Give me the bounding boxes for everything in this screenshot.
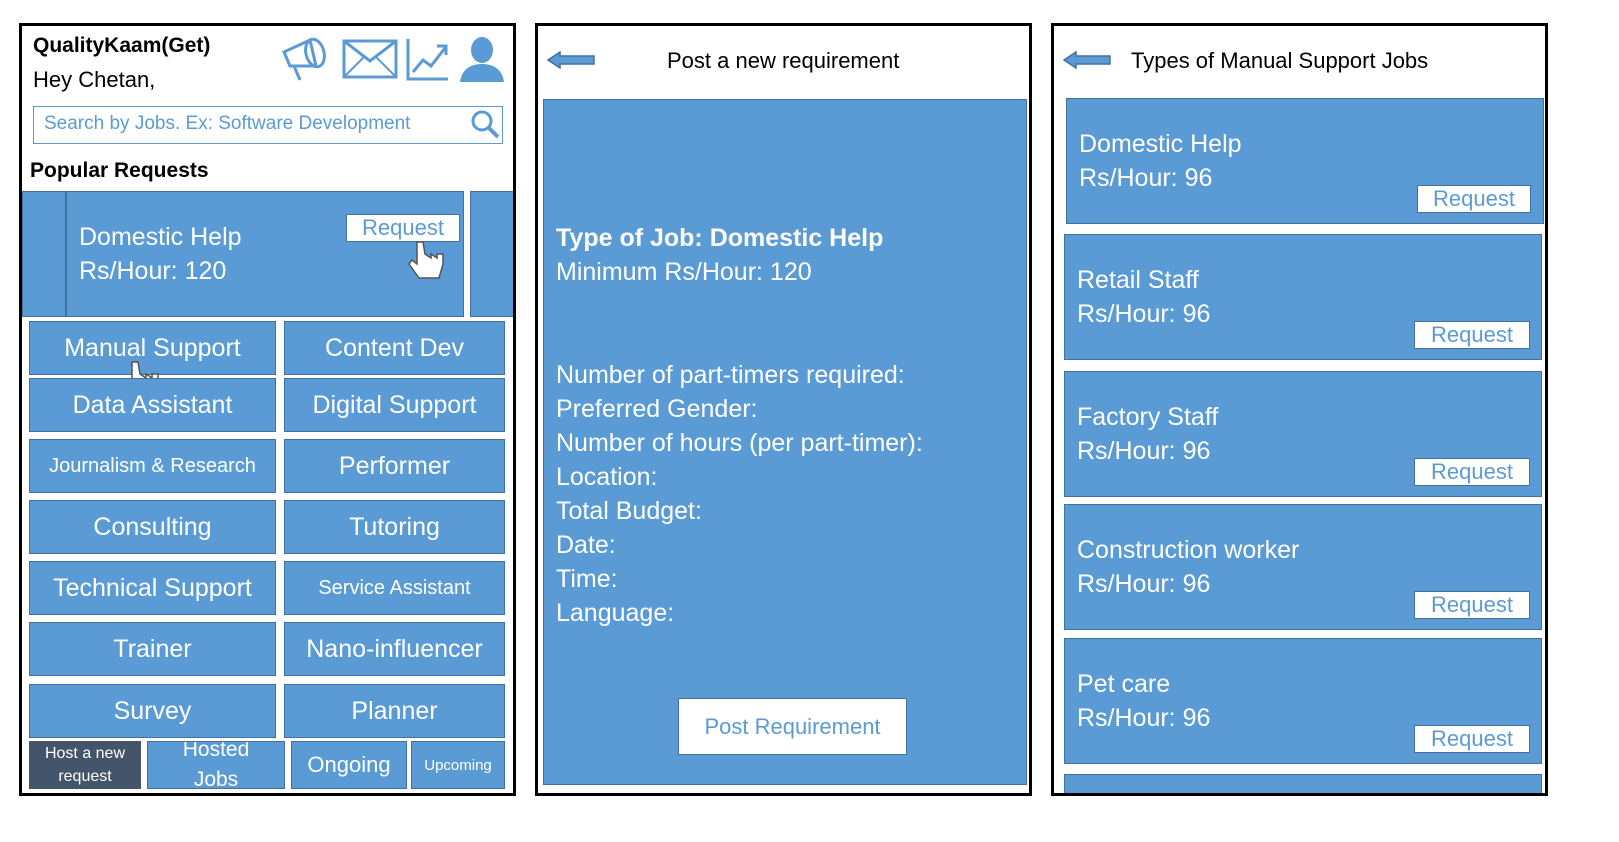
category-trainer[interactable]: Trainer bbox=[29, 622, 276, 676]
nav-hosted-jobs[interactable]: Hosted Jobs bbox=[147, 741, 285, 789]
category-content-dev[interactable]: Content Dev bbox=[284, 321, 505, 375]
job-type-label: Type of Job: Domestic Help bbox=[556, 224, 884, 252]
request-button[interactable]: Request bbox=[1414, 458, 1530, 486]
popular-card-title: Domestic Help bbox=[79, 223, 242, 251]
nav-label: Upcoming bbox=[424, 756, 492, 774]
category-data-assistant[interactable]: Data Assistant bbox=[29, 378, 276, 432]
request-button[interactable]: Request bbox=[1414, 591, 1530, 619]
user-icon[interactable] bbox=[458, 34, 506, 82]
category-label: Performer bbox=[338, 451, 451, 480]
job-types-screen: Types of Manual Support Jobs Domestic He… bbox=[1051, 23, 1548, 796]
carousel-next-card[interactable] bbox=[470, 191, 513, 317]
nav-host-new-request[interactable]: Host a new request bbox=[29, 741, 141, 789]
job-card[interactable]: Retail Staff Rs/Hour: 96 Request bbox=[1064, 234, 1542, 360]
category-label: Digital Support bbox=[312, 390, 477, 419]
hand-pointer-icon bbox=[405, 238, 449, 284]
field-language[interactable]: Language: bbox=[556, 596, 674, 630]
popular-card[interactable]: Domestic Help Rs/Hour: 120 Request bbox=[66, 191, 464, 317]
search-input[interactable]: Search by Jobs. Ex: Software Development bbox=[44, 113, 410, 135]
mail-icon[interactable] bbox=[342, 39, 398, 79]
category-service-assistant[interactable]: Service Assistant bbox=[284, 561, 505, 615]
request-button[interactable]: Request bbox=[1417, 185, 1531, 213]
job-name: Domestic Help bbox=[1079, 130, 1242, 158]
job-rate: Rs/Hour: 96 bbox=[1077, 570, 1211, 598]
page-title: Types of Manual Support Jobs bbox=[1131, 48, 1429, 73]
category-performer[interactable]: Performer bbox=[284, 439, 505, 493]
nav-label: Host a new request bbox=[44, 745, 126, 785]
field-location[interactable]: Location: bbox=[556, 460, 657, 494]
page-title: Post a new requirement bbox=[667, 48, 900, 73]
job-name: Retail Staff bbox=[1077, 266, 1199, 294]
job-rate: Rs/Hour: 96 bbox=[1077, 704, 1211, 732]
category-journalism-research[interactable]: Journalism & Research bbox=[29, 439, 276, 493]
category-technical-support[interactable]: Technical Support bbox=[29, 561, 276, 615]
job-card[interactable]: Domestic Help Rs/Hour: 96 Request bbox=[1066, 98, 1544, 224]
category-label: Technical Support bbox=[53, 573, 252, 602]
category-consulting[interactable]: Consulting bbox=[29, 500, 276, 554]
post-requirement-button[interactable]: Post Requirement bbox=[678, 698, 907, 755]
field-hours[interactable]: Number of hours (per part-timer): bbox=[556, 426, 923, 460]
category-nano-influencer[interactable]: Nano-influencer bbox=[284, 622, 505, 676]
search-icon[interactable] bbox=[470, 109, 500, 139]
field-date[interactable]: Date: bbox=[556, 528, 616, 562]
search-bar[interactable]: Search by Jobs. Ex: Software Development bbox=[33, 106, 503, 144]
requirement-form: Type of Job: Domestic Help Minimum Rs/Ho… bbox=[543, 99, 1027, 785]
min-rate-label: Minimum Rs/Hour: 120 bbox=[556, 258, 812, 286]
carousel-prev-card[interactable] bbox=[22, 191, 66, 317]
request-button[interactable]: Request bbox=[1414, 725, 1530, 753]
category-label: Trainer bbox=[113, 634, 192, 663]
megaphone-icon[interactable] bbox=[280, 34, 332, 82]
nav-label: Hosted Jobs bbox=[182, 741, 250, 789]
popular-card-rate: Rs/Hour: 120 bbox=[79, 257, 227, 285]
popular-requests-heading: Popular Requests bbox=[30, 159, 209, 182]
job-name: Construction worker bbox=[1077, 536, 1300, 564]
job-rate: Rs/Hour: 96 bbox=[1079, 164, 1213, 192]
back-arrow-icon[interactable] bbox=[1062, 50, 1112, 70]
field-gender[interactable]: Preferred Gender: bbox=[556, 392, 758, 426]
field-part-timers[interactable]: Number of part-timers required: bbox=[556, 358, 905, 392]
field-budget[interactable]: Total Budget: bbox=[556, 494, 702, 528]
category-label: Journalism & Research bbox=[49, 454, 256, 477]
job-name: Pet care bbox=[1077, 670, 1171, 698]
trend-chart-icon[interactable] bbox=[405, 36, 451, 82]
category-label: Content Dev bbox=[325, 333, 464, 362]
job-card[interactable]: Factory Staff Rs/Hour: 96 Request bbox=[1064, 371, 1542, 497]
request-button[interactable]: Request bbox=[1414, 321, 1530, 349]
job-card[interactable]: Pet care Rs/Hour: 96 Request bbox=[1064, 638, 1542, 764]
category-label: Tutoring bbox=[349, 512, 440, 541]
category-label: Data Assistant bbox=[72, 390, 233, 419]
category-planner[interactable]: Planner bbox=[284, 684, 505, 738]
category-digital-support[interactable]: Digital Support bbox=[284, 378, 505, 432]
category-survey[interactable]: Survey bbox=[29, 684, 276, 738]
field-time[interactable]: Time: bbox=[556, 562, 618, 596]
category-label: Survey bbox=[113, 696, 192, 725]
greeting: Hey Chetan, bbox=[33, 67, 156, 92]
home-screen: QualityKaam(Get) Hey Chetan, Search by J… bbox=[19, 23, 516, 796]
job-rate: Rs/Hour: 96 bbox=[1077, 300, 1211, 328]
job-card[interactable]: Construction worker Rs/Hour: 96 Request bbox=[1064, 504, 1542, 630]
post-requirement-screen: Post a new requirement Type of Job: Dome… bbox=[535, 23, 1032, 796]
category-label: Consulting bbox=[93, 512, 212, 541]
job-rate: Rs/Hour: 96 bbox=[1077, 437, 1211, 465]
app-name: QualityKaam(Get) bbox=[33, 34, 211, 57]
nav-ongoing[interactable]: Ongoing bbox=[291, 741, 407, 789]
job-name: Factory Staff bbox=[1077, 403, 1219, 431]
nav-upcoming[interactable]: Upcoming bbox=[411, 741, 505, 789]
nav-label: Ongoing bbox=[307, 752, 391, 777]
back-arrow-icon[interactable] bbox=[546, 50, 596, 70]
category-label: Service Assistant bbox=[318, 576, 471, 599]
category-label: Planner bbox=[351, 696, 438, 725]
category-tutoring[interactable]: Tutoring bbox=[284, 500, 505, 554]
category-label: Nano-influencer bbox=[306, 634, 483, 663]
job-card-partial[interactable] bbox=[1064, 774, 1542, 793]
